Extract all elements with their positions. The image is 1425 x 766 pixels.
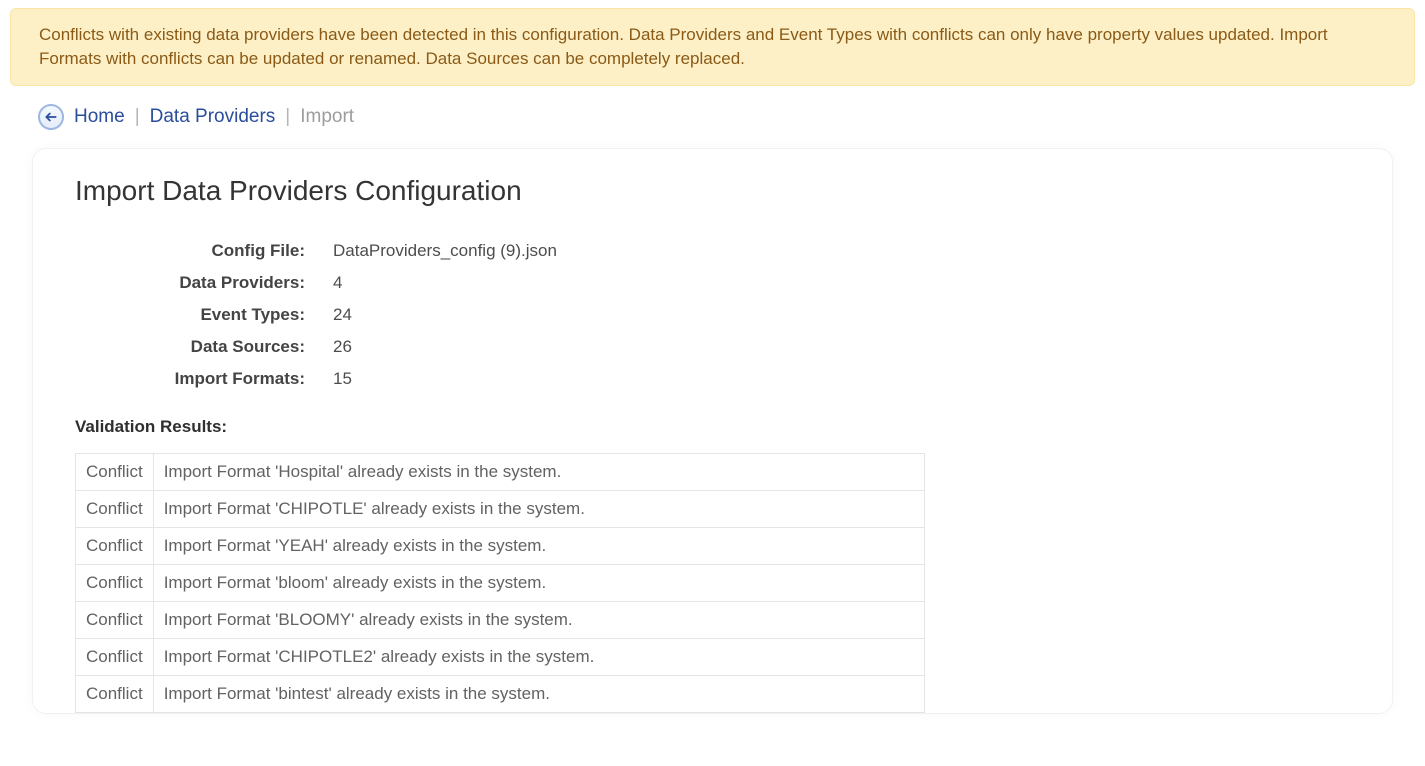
- conflict-message: Import Format 'bloom' already exists in …: [153, 564, 924, 601]
- conflict-status: Conflict: [76, 675, 154, 712]
- table-row: ConflictImport Format 'YEAH' already exi…: [76, 527, 925, 564]
- event-types-label: Event Types:: [75, 305, 305, 325]
- event-types-value: 24: [333, 305, 1350, 325]
- breadcrumb-current: Import: [300, 106, 354, 128]
- conflict-message: Import Format 'CHIPOTLE2' already exists…: [153, 638, 924, 675]
- conflict-message: Import Format 'CHIPOTLE' already exists …: [153, 490, 924, 527]
- conflict-message: Import Format 'YEAH' already exists in t…: [153, 527, 924, 564]
- breadcrumb-separator: |: [135, 106, 140, 128]
- breadcrumb-data-providers[interactable]: Data Providers: [150, 106, 276, 128]
- import-panel: Import Data Providers Configuration Conf…: [32, 148, 1393, 714]
- conflict-status: Conflict: [76, 527, 154, 564]
- conflict-message: Import Format 'bintest' already exists i…: [153, 675, 924, 712]
- data-providers-value: 4: [333, 273, 1350, 293]
- table-row: ConflictImport Format 'Hospital' already…: [76, 453, 925, 490]
- validation-results-label: Validation Results:: [75, 417, 1350, 437]
- conflict-status: Conflict: [76, 453, 154, 490]
- conflict-status: Conflict: [76, 638, 154, 675]
- conflict-status: Conflict: [76, 564, 154, 601]
- arrow-left-icon: [44, 110, 58, 124]
- table-row: ConflictImport Format 'BLOOMY' already e…: [76, 601, 925, 638]
- alert-text: Conflicts with existing data providers h…: [39, 25, 1328, 68]
- config-summary: Config File: DataProviders_config (9).js…: [75, 241, 1350, 389]
- page-title: Import Data Providers Configuration: [75, 175, 1350, 207]
- validation-results-table: ConflictImport Format 'Hospital' already…: [75, 453, 925, 713]
- config-file-label: Config File:: [75, 241, 305, 261]
- config-file-value: DataProviders_config (9).json: [333, 241, 1350, 261]
- import-formats-label: Import Formats:: [75, 369, 305, 389]
- data-sources-label: Data Sources:: [75, 337, 305, 357]
- data-providers-label: Data Providers:: [75, 273, 305, 293]
- table-row: ConflictImport Format 'bintest' already …: [76, 675, 925, 712]
- table-row: ConflictImport Format 'CHIPOTLE2' alread…: [76, 638, 925, 675]
- back-button[interactable]: [38, 104, 64, 130]
- breadcrumb-home[interactable]: Home: [74, 106, 125, 128]
- data-sources-value: 26: [333, 337, 1350, 357]
- conflict-message: Import Format 'BLOOMY' already exists in…: [153, 601, 924, 638]
- conflict-warning-alert: Conflicts with existing data providers h…: [10, 8, 1415, 86]
- conflict-status: Conflict: [76, 490, 154, 527]
- conflict-status: Conflict: [76, 601, 154, 638]
- table-row: ConflictImport Format 'bloom' already ex…: [76, 564, 925, 601]
- conflict-message: Import Format 'Hospital' already exists …: [153, 453, 924, 490]
- import-formats-value: 15: [333, 369, 1350, 389]
- breadcrumb: Home | Data Providers | Import: [0, 104, 1425, 130]
- breadcrumb-separator: |: [285, 106, 290, 128]
- table-row: ConflictImport Format 'CHIPOTLE' already…: [76, 490, 925, 527]
